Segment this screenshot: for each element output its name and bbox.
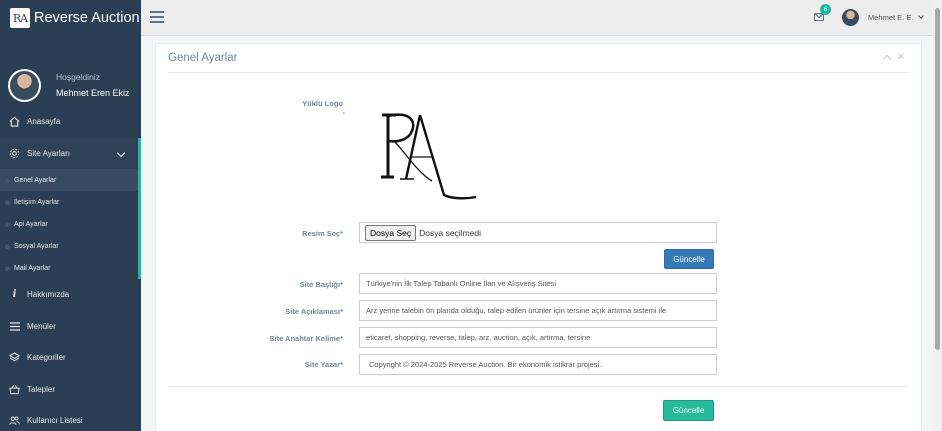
site-keywords-input[interactable]: eticaret, shopping, reverse, talep, arz,… <box>359 327 717 348</box>
submenu-item-label: Sosyal Ayarlar <box>14 242 59 250</box>
site-title-label: Site Başlığı* <box>299 280 343 289</box>
close-icon[interactable]: ✕ <box>897 53 905 63</box>
submenu-item-label: İletişim Ayarlar <box>14 198 60 206</box>
welcome-text: Hoşgeldiniz <box>56 72 100 82</box>
avatar[interactable] <box>842 9 859 26</box>
file-label: Resim Seç* <box>302 229 343 238</box>
divider <box>168 386 909 387</box>
sidebar-item-talepler[interactable]: Talepler <box>0 374 141 406</box>
bars-icon <box>9 321 20 332</box>
users-icon <box>9 415 20 426</box>
submenu-item-label: Api Ayarlar <box>14 220 48 228</box>
submenu-site-ayarlari: Genel Ayarlar İletişim Ayarlar Api Ayarl… <box>0 169 141 279</box>
user-menu[interactable]: Mehmet E. E. <box>868 13 913 22</box>
submenu-item-label: Genel Ayarlar <box>14 176 57 184</box>
scrollbar-thumb[interactable] <box>935 8 940 350</box>
chevron-down-icon <box>116 148 126 157</box>
logo-dash: - <box>342 108 346 117</box>
sidebar-item-label: Talepler <box>27 384 56 394</box>
basket-icon <box>9 384 20 395</box>
site-author-input[interactable]: Copyright © 2024-2025 Reverse Auction. B… <box>359 354 717 375</box>
layers-icon <box>9 352 20 363</box>
submenu-item-genel-ayarlar[interactable]: Genel Ayarlar <box>0 169 138 191</box>
settings-panel: Genel Ayarlar ✕ Yüklü Logo - Resim Seç* … <box>155 43 922 431</box>
sidebar-item-label: Anasayfa <box>27 117 61 127</box>
sidebar-item-kullanici-listesi[interactable]: Kullanıcı Listesi <box>0 405 141 431</box>
choose-file-button[interactable]: Dosya Seç <box>365 224 417 241</box>
submenu-item-iletisim-ayarlar[interactable]: İletişim Ayarlar <box>0 191 138 213</box>
gear-icon <box>9 148 20 159</box>
panel-title: Genel Ayarlar <box>168 52 238 64</box>
chevron-down-icon[interactable] <box>918 13 924 19</box>
top-navbar: 6 Mehmet E. E. <box>141 0 942 36</box>
sidebar-item-label: Hakkımızda <box>27 290 70 300</box>
sidebar-item-menuler[interactable]: Menüler <box>0 311 141 343</box>
site-description-input[interactable]: Arz yerine talebin ön planda olduğu, tal… <box>359 300 717 321</box>
sidebar-item-site-ayarlari[interactable]: Site Ayarları <box>0 137 141 169</box>
divider <box>168 72 909 73</box>
sidebar-item-hakkimizda[interactable]: i Hakkımızda <box>0 279 141 311</box>
collapse-icon[interactable] <box>882 54 891 64</box>
submenu-item-label: Mail Ayarlar <box>14 264 51 272</box>
site-description-label: Site Açıklaması* <box>285 307 343 316</box>
submenu-item-api-ayarlar[interactable]: Api Ayarlar <box>0 213 138 235</box>
profile-name: Mehmet Eren Ekiz <box>56 88 130 98</box>
notification-badge: 6 <box>820 4 831 15</box>
file-status: Dosya seçilmedi <box>419 227 481 238</box>
home-icon <box>9 116 20 127</box>
info-icon: i <box>12 289 17 301</box>
logo-file-input[interactable]: Dosya Seç Dosya seçilmedi <box>359 222 717 243</box>
site-author-label: Site Yazar* <box>304 360 343 369</box>
sidebar-item-anasayfa[interactable]: Anasayfa <box>0 106 141 138</box>
sidebar-item-label: Menüler <box>27 321 56 331</box>
site-keywords-label: Site Anahtar Kelime* <box>269 334 344 343</box>
logo-label: Yüklü Logo <box>302 99 343 108</box>
site-logo-image <box>381 113 477 200</box>
avatar <box>8 68 41 102</box>
brand-name: Reverse Auction <box>34 10 140 26</box>
menu-toggle-icon[interactable] <box>150 11 164 23</box>
submit-button[interactable]: Güncelle <box>663 400 714 421</box>
sidebar-item-label: Kullanıcı Listesi <box>27 416 83 426</box>
page-scrollbar[interactable] <box>933 0 942 431</box>
sidebar-item-label: Kategoriler <box>27 353 66 363</box>
site-title-input[interactable]: Türkiye'nin İlk Talep Tabanlı Online İla… <box>359 273 717 294</box>
brand[interactable]: RA Reverse Auction <box>0 0 141 36</box>
sidebar: RA Reverse Auction Hoşgeldiniz Mehmet Er… <box>0 0 141 431</box>
sidebar-item-kategoriler[interactable]: Kategoriler <box>0 342 141 374</box>
update-logo-button[interactable]: Güncelle <box>664 249 714 269</box>
sidebar-item-label: Site Ayarları <box>27 148 70 158</box>
sidebar-menu: Anasayfa Site Ayarları Genel Ayarlar İle… <box>0 106 141 431</box>
submenu-item-mail-ayarlar[interactable]: Mail Ayarlar <box>0 257 138 279</box>
brand-logo: RA <box>10 8 30 28</box>
submenu-item-sosyal-ayarlar[interactable]: Sosyal Ayarlar <box>0 235 138 257</box>
